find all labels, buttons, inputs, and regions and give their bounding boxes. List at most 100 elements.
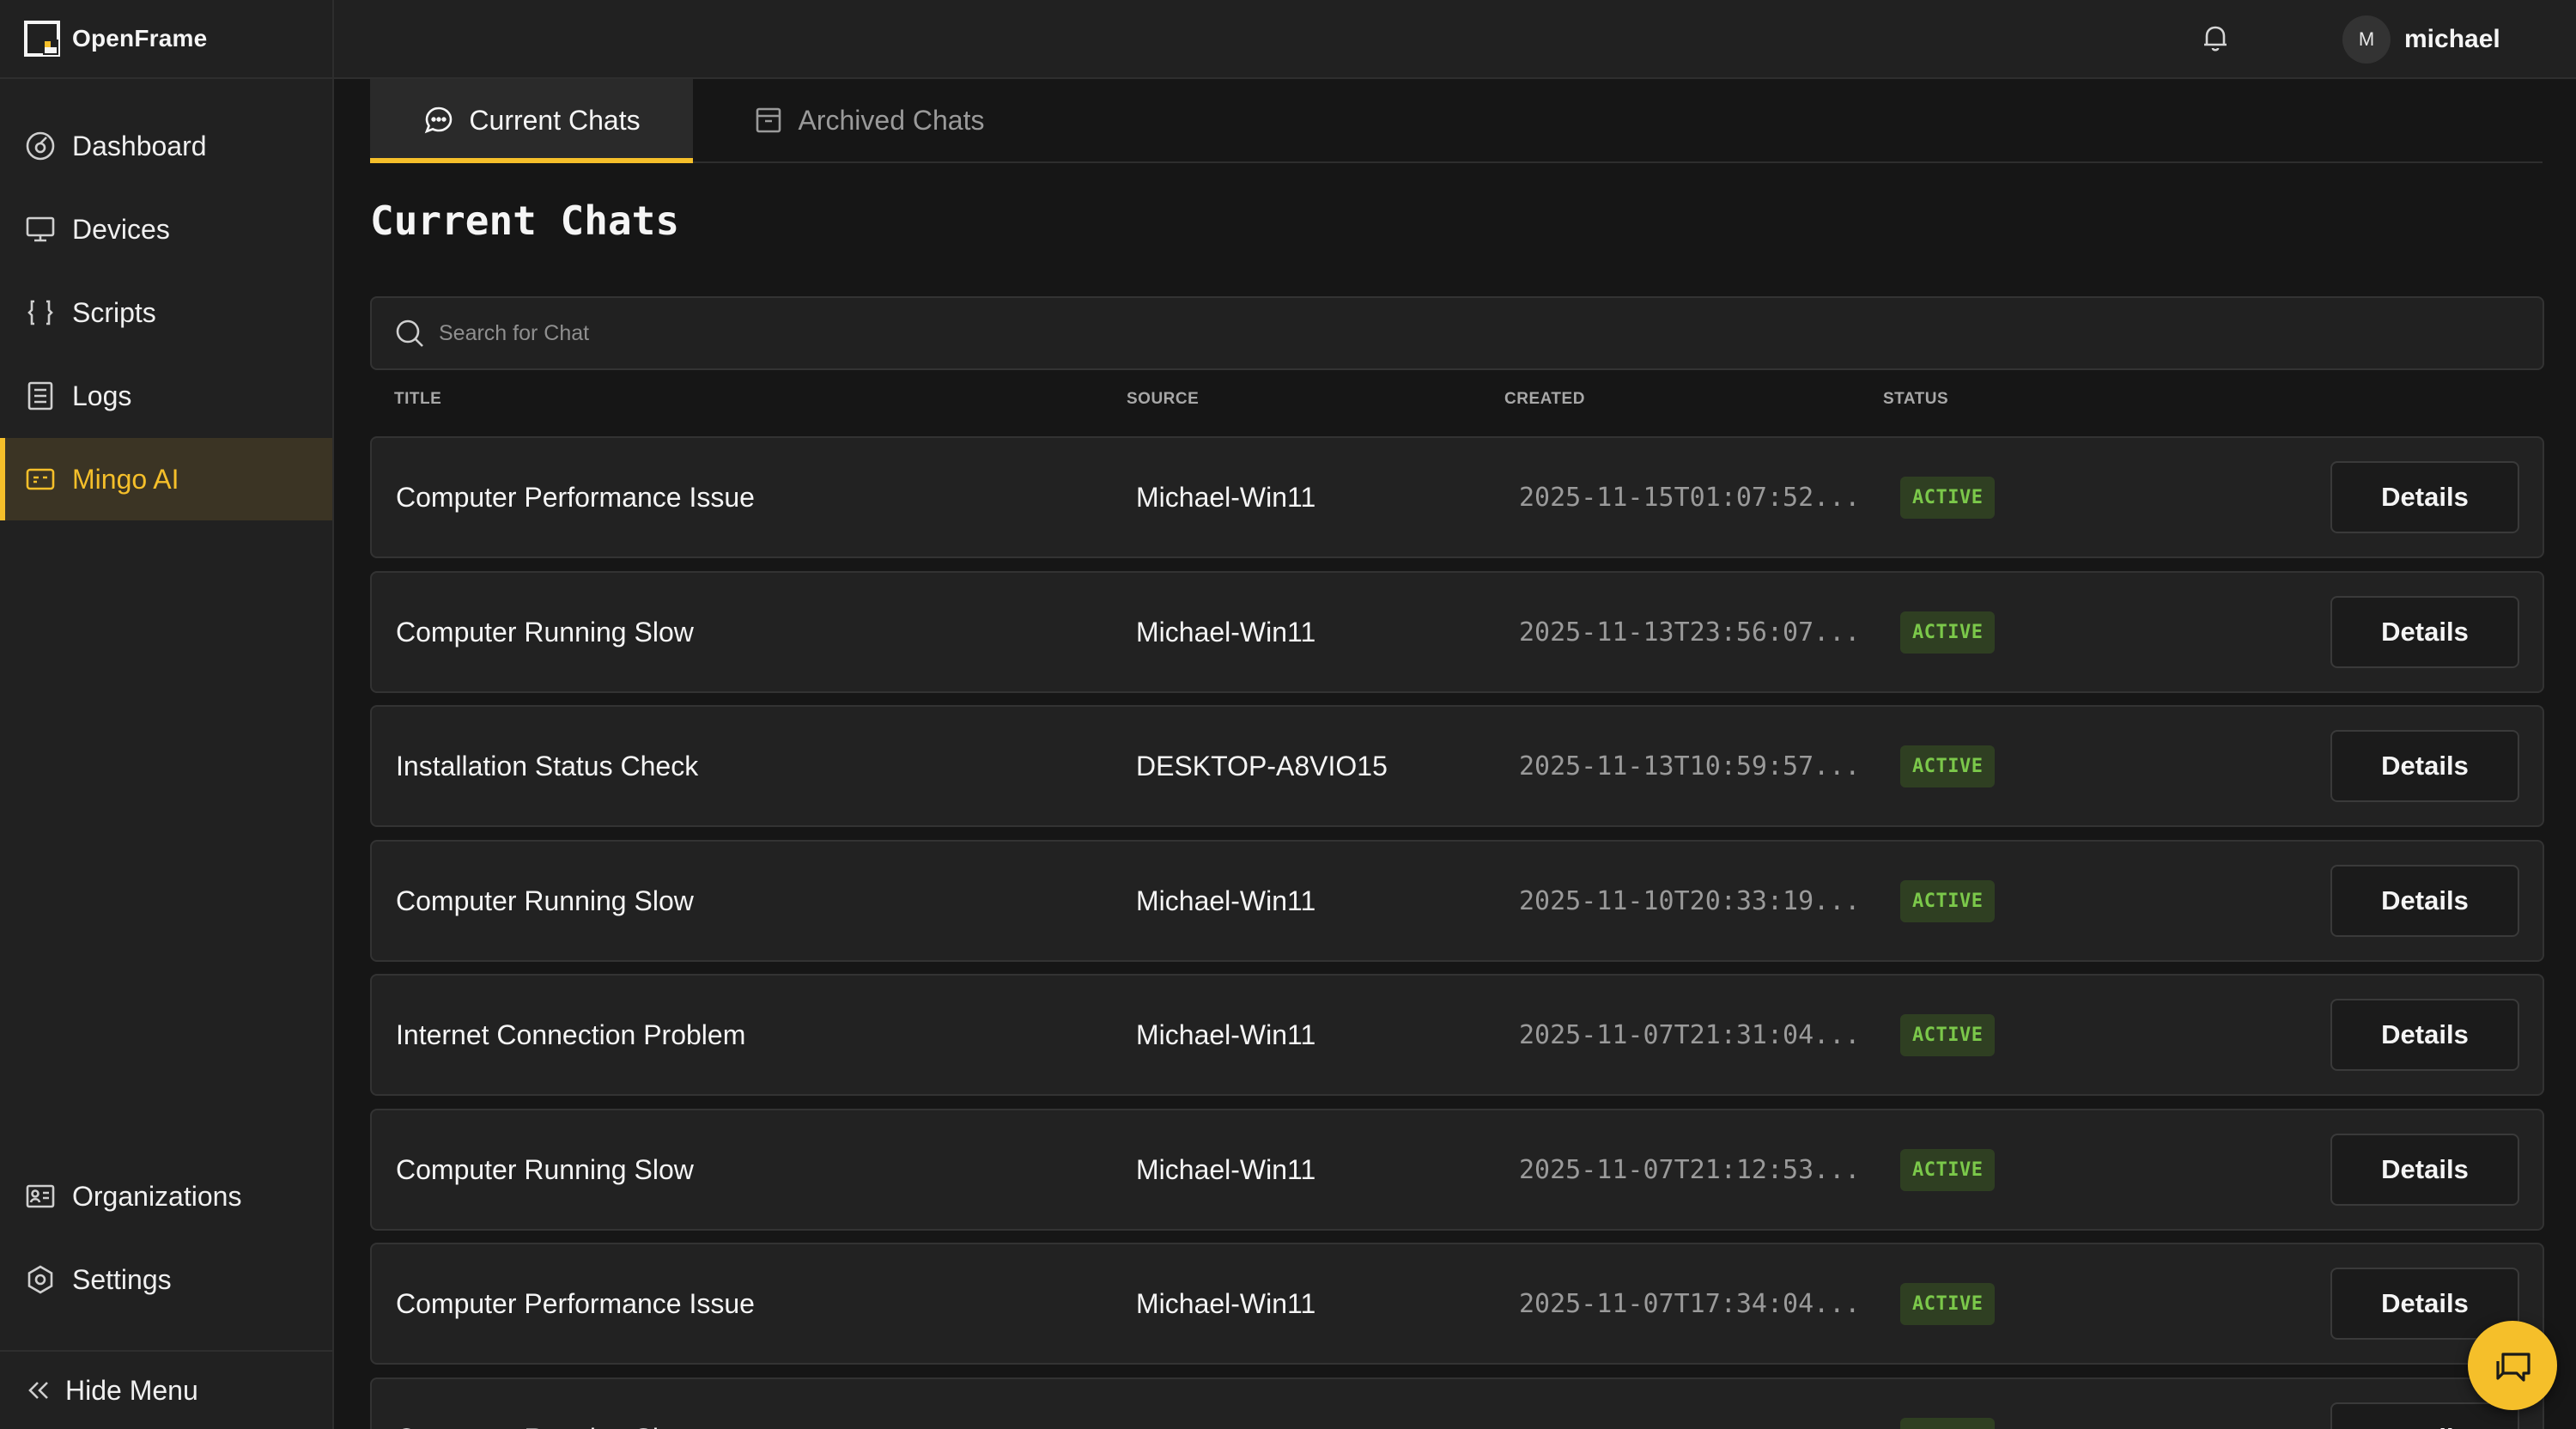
search-icon xyxy=(396,319,423,347)
search-input[interactable] xyxy=(439,320,2500,346)
chat-created: 2025-11-13T23:56:07... xyxy=(1519,573,1880,691)
chat-created xyxy=(1519,1379,1880,1429)
bell-icon[interactable] xyxy=(2198,21,2233,55)
details-button[interactable]: Details xyxy=(2330,865,2519,937)
chat-status: ACTIVE xyxy=(1900,1110,1996,1229)
sidebar-item-scripts[interactable]: Scripts xyxy=(0,271,332,354)
search-box xyxy=(370,296,2544,370)
archive-box-icon xyxy=(756,107,781,133)
sidebar-item-label: Scripts xyxy=(72,296,156,328)
chat-tabs: Current Chats Archived Chats xyxy=(370,79,2543,163)
chat-status: ACTIVE xyxy=(1900,842,1996,960)
sidebar-item-label: Mingo AI xyxy=(72,463,179,495)
details-button[interactable]: Details xyxy=(2330,999,2519,1071)
table-row[interactable]: Computer Running Slow ACTIVE Details xyxy=(370,1377,2544,1429)
chat-created: 2025-11-13T10:59:57... xyxy=(1519,707,1880,825)
chat-title: Computer Performance Issue xyxy=(396,481,755,513)
tab-current-chats[interactable]: Current Chats xyxy=(370,79,693,163)
chat-title: Computer Running Slow xyxy=(396,1153,694,1185)
chat-created: 2025-11-07T17:34:04... xyxy=(1519,1244,1880,1363)
details-button[interactable]: Details xyxy=(2330,596,2519,668)
sidebar-item-mingo-ai[interactable]: Mingo AI xyxy=(0,438,332,520)
column-header-source[interactable]: SOURCE xyxy=(1127,390,1199,409)
chat-created: 2025-11-10T20:33:19... xyxy=(1519,842,1880,960)
table-row[interactable]: Computer Running Slow Michael-Win11 2025… xyxy=(370,1109,2544,1231)
sidebar-item-settings[interactable]: Settings xyxy=(0,1238,332,1321)
dashboard-icon xyxy=(26,131,55,161)
chat-created-value: 2025-11-15T01:07:52... xyxy=(1519,482,1861,513)
tab-label: Archived Chats xyxy=(798,104,985,136)
chat-created-value: 2025-11-07T17:34:04... xyxy=(1519,1288,1861,1319)
tab-label: Current Chats xyxy=(469,104,641,136)
details-button[interactable]: Details xyxy=(2330,461,2519,533)
sidebar-item-label: Logs xyxy=(72,380,132,411)
chat-bubble-icon xyxy=(425,106,453,134)
column-header-title[interactable]: TITLE xyxy=(394,390,441,409)
chat-source: Michael-Win11 xyxy=(1136,885,1316,916)
top-bar: M michael xyxy=(334,0,2576,79)
status-badge: ACTIVE xyxy=(1900,611,1996,654)
details-button[interactable]: Details xyxy=(2330,1402,2519,1429)
chat-support-button[interactable] xyxy=(2468,1321,2557,1410)
sidebar: OpenFrame Dashboard Devices Scripts Logs… xyxy=(0,0,334,1429)
sidebar-item-label: Dashboard xyxy=(72,130,207,161)
brand[interactable]: OpenFrame xyxy=(0,0,332,79)
log-list-icon xyxy=(27,381,53,410)
sidebar-item-devices[interactable]: Devices xyxy=(0,188,332,271)
chat-title: Internet Connection Problem xyxy=(396,1019,746,1050)
braces-icon xyxy=(27,300,53,325)
status-badge: ACTIVE xyxy=(1900,1417,1996,1429)
chat-title: Computer Running Slow xyxy=(396,1379,694,1429)
chat-status: ACTIVE xyxy=(1900,573,1996,691)
chat-source: Michael-Win11 xyxy=(1136,1019,1316,1050)
sidebar-item-organizations[interactable]: Organizations xyxy=(0,1155,332,1237)
table-row[interactable]: Computer Performance Issue Michael-Win11… xyxy=(370,436,2544,558)
page-title: Current Chats xyxy=(370,198,680,244)
app-name: OpenFrame xyxy=(72,25,208,52)
table-row[interactable]: Computer Running Slow Michael-Win11 2025… xyxy=(370,840,2544,962)
chat-created: 2025-11-15T01:07:52... xyxy=(1519,438,1880,556)
table-row[interactable]: Computer Performance Issue Michael-Win11… xyxy=(370,1243,2544,1365)
table-row[interactable]: Internet Connection Problem Michael-Win1… xyxy=(370,974,2544,1096)
chat-title: Computer Running Slow xyxy=(396,616,694,648)
chat-source: DESKTOP-A8VIO15 xyxy=(1136,750,1388,781)
hide-menu-label: Hide Menu xyxy=(65,1374,198,1406)
column-header-created[interactable]: CREATED xyxy=(1504,390,1585,409)
id-card-icon xyxy=(26,1184,55,1208)
chat-status: ACTIVE xyxy=(1900,976,1996,1094)
chat-source: Michael-Win11 xyxy=(1136,1153,1316,1185)
chat-source: Michael-Win11 xyxy=(1136,481,1316,513)
chat-title: Computer Running Slow xyxy=(396,885,694,916)
status-badge: ACTIVE xyxy=(1900,1148,1996,1191)
status-badge: ACTIVE xyxy=(1900,745,1996,787)
chat-status: ACTIVE xyxy=(1900,1379,1996,1429)
status-badge: ACTIVE xyxy=(1900,1013,1996,1056)
chat-list: Computer Performance Issue Michael-Win11… xyxy=(370,436,2544,1429)
status-badge: ACTIVE xyxy=(1900,879,1996,922)
chat-title: Installation Status Check xyxy=(396,750,699,781)
chat-created-value: 2025-11-07T21:31:04... xyxy=(1519,1019,1861,1050)
chat-source: Michael-Win11 xyxy=(1136,616,1316,648)
sidebar-item-label: Devices xyxy=(72,213,170,245)
hide-menu-button[interactable]: Hide Menu xyxy=(0,1350,332,1429)
tab-archived-chats[interactable]: Archived Chats xyxy=(731,79,1005,161)
avatar: M xyxy=(2342,15,2391,64)
chat-created: 2025-11-07T21:31:04... xyxy=(1519,976,1880,1094)
user-menu[interactable]: M michael xyxy=(2342,15,2500,64)
chat-status: ACTIVE xyxy=(1900,1244,1996,1363)
details-button[interactable]: Details xyxy=(2330,1134,2519,1206)
details-button[interactable]: Details xyxy=(2330,730,2519,802)
double-chevron-left-icon xyxy=(28,1382,48,1399)
chat-bubbles-icon xyxy=(2496,1353,2530,1382)
chat-source: Michael-Win11 xyxy=(1136,1287,1316,1319)
mingo-ai-icon xyxy=(26,468,55,490)
chat-created-value: 2025-11-07T21:12:53... xyxy=(1519,1154,1861,1185)
table-row[interactable]: Installation Status Check DESKTOP-A8VIO1… xyxy=(370,705,2544,827)
sidebar-item-logs[interactable]: Logs xyxy=(0,355,332,437)
user-name: michael xyxy=(2404,25,2500,53)
chat-status: ACTIVE xyxy=(1900,438,1996,556)
table-row[interactable]: Computer Running Slow Michael-Win11 2025… xyxy=(370,571,2544,693)
column-header-status[interactable]: STATUS xyxy=(1883,390,1948,409)
chat-created-value: 2025-11-10T20:33:19... xyxy=(1519,885,1861,916)
sidebar-item-dashboard[interactable]: Dashboard xyxy=(0,105,332,187)
